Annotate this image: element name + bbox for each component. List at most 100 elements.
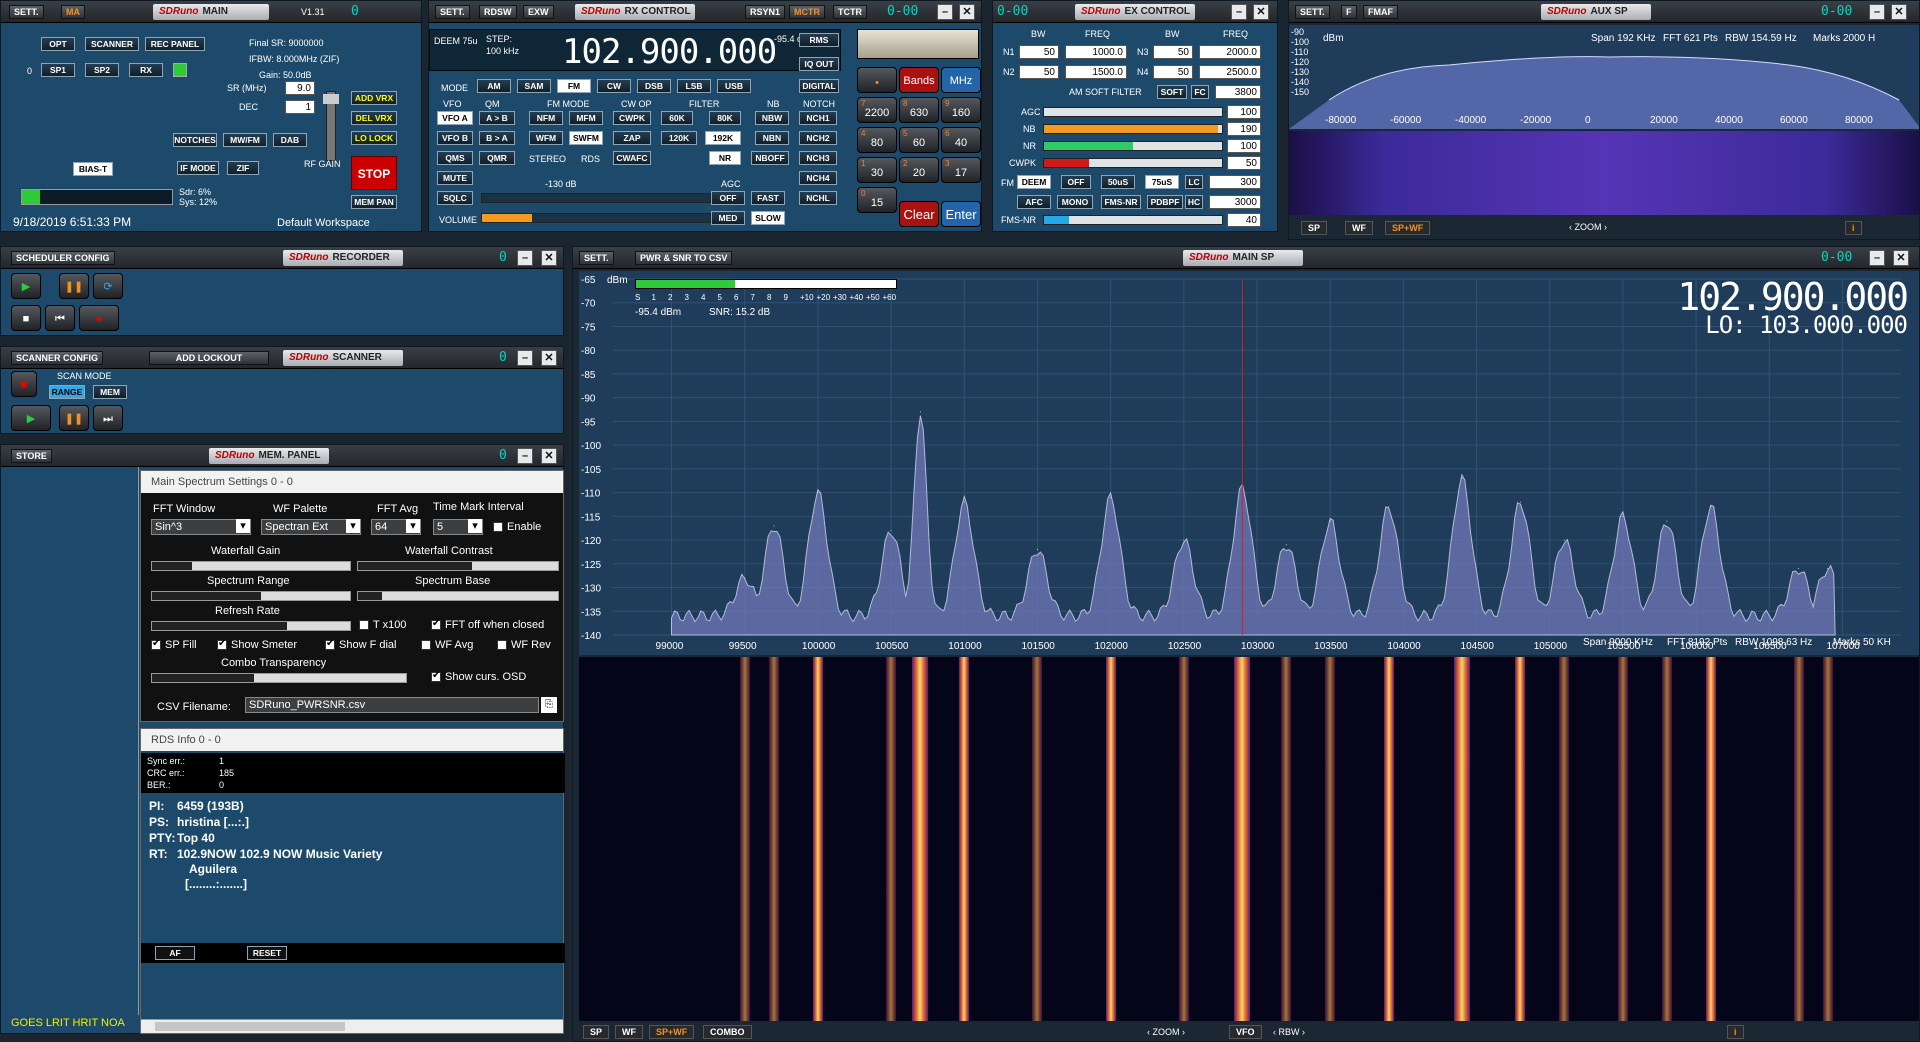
wfrev-checkbox[interactable]: WF Rev <box>497 639 551 651</box>
tmi-select[interactable]: 5 <box>433 519 483 535</box>
mono-button[interactable]: MONO <box>1057 195 1093 209</box>
aux-info-button[interactable]: i <box>1845 221 1862 235</box>
cwafc-button[interactable]: CWAFC <box>613 151 651 165</box>
keypad-key[interactable]: 9 160 <box>941 97 981 123</box>
wfavg-checkbox[interactable]: WF Avg <box>421 639 473 651</box>
rds-scrollbar[interactable] <box>141 1019 563 1033</box>
mem-minimize-icon[interactable]: – <box>517 448 533 464</box>
nbn-button[interactable]: NBN <box>755 131 789 145</box>
fmaf-button[interactable]: FMAF <box>1363 5 1398 19</box>
afc-button[interactable]: AFC <box>1017 195 1051 209</box>
reset-button[interactable]: RESET <box>247 946 287 960</box>
mainsp-minimize-icon[interactable]: – <box>1869 250 1885 266</box>
dab-button[interactable]: DAB <box>273 133 307 147</box>
scan-stop-icon[interactable]: ■ <box>11 371 37 397</box>
iqout-button[interactable]: IQ OUT <box>799 57 839 71</box>
osd-checkbox[interactable]: Show curs. OSD <box>431 670 526 683</box>
aux-waterfall[interactable] <box>1289 131 1919 215</box>
nbw-button[interactable]: NBW <box>755 111 789 125</box>
clear-button[interactable]: Clear <box>899 201 939 227</box>
vfo-a-button[interactable]: VFO A <box>437 111 473 125</box>
rec-panel-button[interactable]: REC PANEL <box>145 37 205 51</box>
hc-button[interactable]: HC <box>1185 195 1203 209</box>
cwpk-bar[interactable] <box>1043 158 1223 168</box>
rewind-icon[interactable]: ⏮ <box>45 305 75 331</box>
b-to-a-button[interactable]: B > A <box>479 131 515 145</box>
rx-minimize-icon[interactable]: – <box>937 4 953 20</box>
main-waterfall[interactable] <box>579 657 1919 1021</box>
mainsp-zoom[interactable]: ‹ ZOOM › <box>1147 1027 1185 1037</box>
rx-sett-button[interactable]: SETT. <box>435 5 470 19</box>
fftoff-checkbox[interactable]: FFT off when closed <box>431 618 544 631</box>
qms-button[interactable]: QMS <box>437 151 473 165</box>
loop-icon[interactable]: ⟳ <box>93 273 123 299</box>
rx-frequency[interactable]: 102.900.000 <box>562 32 777 72</box>
nboff-button[interactable]: NBOFF <box>751 151 789 165</box>
aux-sp-tab[interactable]: SP <box>1301 221 1328 235</box>
folder-icon[interactable]: ⎘ <box>541 697 557 713</box>
main-sett-button[interactable]: SETT. <box>9 5 44 19</box>
zif-button[interactable]: ZIF <box>227 161 259 175</box>
mode-cw[interactable]: CW <box>597 79 631 93</box>
fftwin-select[interactable]: Sin^3 <box>151 519 251 535</box>
aux-spectrum[interactable]: dBm Span 192 KHz FFT 621 Pts RBW 154.59 … <box>1289 25 1919 129</box>
mainsp-rbw-control[interactable]: ‹ RBW › <box>1273 1027 1305 1037</box>
mainsp-close-icon[interactable]: ✕ <box>1893 250 1909 266</box>
keypad-key[interactable]: 7 2200 <box>857 97 897 123</box>
keypad-key[interactable]: 8 630 <box>899 97 939 123</box>
notches-button[interactable]: NOTCHES <box>173 133 217 147</box>
enable-checkbox[interactable]: Enable <box>493 521 541 533</box>
keypad-dot[interactable]: • <box>857 67 897 93</box>
deem-75us-button[interactable]: 75uS <box>1145 175 1179 189</box>
main-spectrum[interactable]: -65 -70 -75 -80 -85 -90 -95 -100 -105 -110 -115 -12… <box>579 271 1919 655</box>
rf-gain-slider[interactable] <box>323 91 339 161</box>
wfgain-slider[interactable] <box>151 561 351 571</box>
mode-am[interactable]: AM <box>477 79 511 93</box>
smeter-checkbox[interactable]: Show Smeter <box>217 638 297 651</box>
sp1-button[interactable]: SP1 <box>41 63 75 77</box>
mhz-button[interactable]: MHz <box>941 67 981 93</box>
aux-wf-tab[interactable]: WF <box>1345 221 1373 235</box>
rx-close-icon[interactable]: ✕ <box>959 4 975 20</box>
mode-dsb[interactable]: DSB <box>637 79 671 93</box>
ex-minimize-icon[interactable]: – <box>1231 4 1247 20</box>
n1-bw[interactable]: 50 <box>1019 45 1059 59</box>
deem-off-button[interactable]: OFF <box>1061 175 1091 189</box>
scheduler-config-button[interactable]: SCHEDULER CONFIG <box>11 251 115 265</box>
agc-slow-button[interactable]: SLOW <box>751 211 785 225</box>
hc-value[interactable]: 3000 <box>1209 195 1261 209</box>
ma-button[interactable]: MA <box>61 5 85 19</box>
sqlc-button[interactable]: SQLC <box>437 191 473 205</box>
memory-list[interactable] <box>11 467 139 1015</box>
n4-bw[interactable]: 50 <box>1153 65 1193 79</box>
recorder-close-icon[interactable]: ✕ <box>541 250 557 266</box>
enter-button[interactable]: Enter <box>941 201 981 227</box>
keypad-key[interactable]: 5 60 <box>899 127 939 153</box>
fc-button[interactable]: FC <box>1191 85 1209 99</box>
ifmode-button[interactable]: IF MODE <box>177 161 219 175</box>
nch2-button[interactable]: NCH2 <box>799 131 837 145</box>
zap-button[interactable]: ZAP <box>613 131 651 145</box>
mainsp-wf-tab[interactable]: WF <box>615 1025 643 1039</box>
mode-lsb[interactable]: LSB <box>677 79 711 93</box>
pause-icon[interactable]: ❚❚ <box>59 273 89 299</box>
agc-med-button[interactable]: MED <box>711 211 745 225</box>
wfm-button[interactable]: WFM <box>529 131 563 145</box>
filter-60k[interactable]: 60K <box>661 111 693 125</box>
keypad-key[interactable]: 6 40 <box>941 127 981 153</box>
aux-minimize-icon[interactable]: – <box>1869 4 1885 20</box>
stop-button[interactable]: STOP <box>351 156 397 190</box>
nr-button[interactable]: NR <box>709 151 741 165</box>
mainsp-sett-button[interactable]: SETT. <box>579 251 614 265</box>
keypad-key[interactable]: 1 30 <box>857 157 897 183</box>
a-to-b-button[interactable]: A > B <box>479 111 515 125</box>
filter-80k[interactable]: 80K <box>709 111 741 125</box>
keypad-key[interactable]: 3 17 <box>941 157 981 183</box>
swfm-button[interactable]: SWFM <box>569 131 603 145</box>
agc-off-button[interactable]: OFF <box>711 191 745 205</box>
sr-input[interactable]: 9.0 <box>285 81 315 95</box>
lc-button[interactable]: LC <box>1185 175 1203 189</box>
tx100-checkbox[interactable]: T x100 <box>359 619 406 631</box>
pwr-csv-button[interactable]: PWR & SNR TO CSV <box>635 251 733 265</box>
cwpk-button[interactable]: CWPK <box>613 111 651 125</box>
